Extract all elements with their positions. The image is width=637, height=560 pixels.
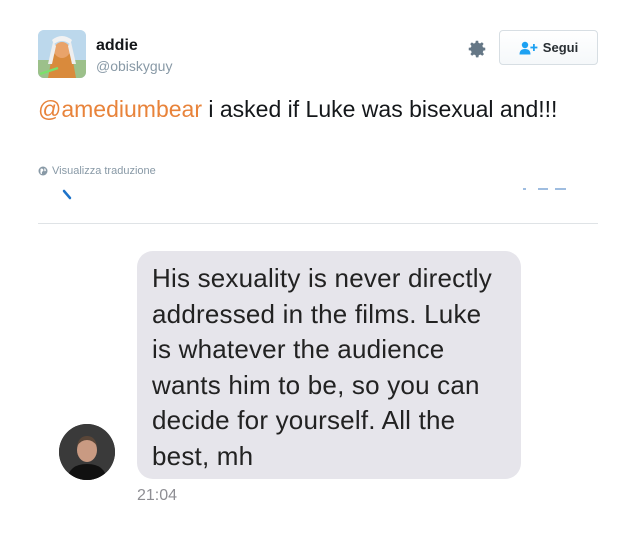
cropped-embed-fragment [38, 180, 598, 200]
follow-button[interactable]: Segui [499, 30, 598, 65]
mention-link[interactable]: @amediumbear [38, 96, 202, 122]
message-time: 21:04 [137, 487, 178, 504]
tweet-text: @amediumbear i asked if Luke was bisexua… [38, 94, 598, 124]
author-name[interactable]: addie [96, 37, 138, 55]
user-avatar[interactable] [38, 30, 86, 78]
tweet-body: i asked if Luke was bisexual and!!! [201, 96, 558, 122]
globe-icon [38, 166, 48, 176]
translate-link[interactable]: Visualizza traduzione [38, 165, 156, 177]
follow-label: Segui [542, 40, 579, 55]
translate-label: Visualizza traduzione [52, 165, 156, 177]
author-handle[interactable]: @obiskyguy [96, 58, 172, 74]
tweet-header: addie @obiskyguy Segui [38, 30, 598, 78]
message-text: His sexuality is never directly addresse… [152, 263, 492, 471]
message-bubble: His sexuality is never directly addresse… [137, 251, 521, 479]
add-person-icon [519, 41, 538, 55]
divider [38, 223, 598, 224]
gear-icon[interactable] [466, 38, 488, 60]
sender-avatar [59, 424, 115, 480]
